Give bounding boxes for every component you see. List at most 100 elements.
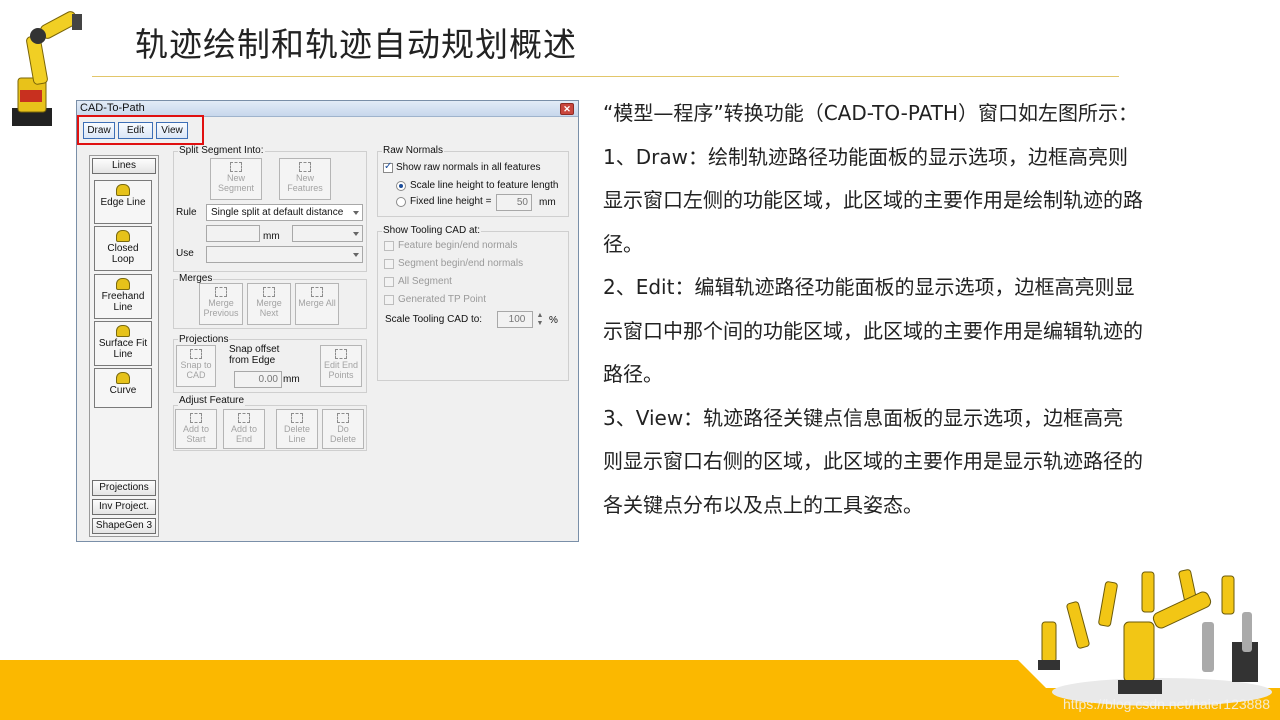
view-button[interactable]: View <box>156 122 188 139</box>
snap-offset-unit: mm <box>283 374 300 385</box>
show-raw-normals-label: Show raw normals in all features <box>396 162 541 173</box>
new-segment-icon <box>230 162 242 172</box>
merge-next-label: Merge Next <box>256 298 282 318</box>
generated-tp-point-label: Generated TP Point <box>398 294 487 305</box>
chevron-down-icon <box>353 211 359 215</box>
merge-all-icon <box>311 287 323 297</box>
merge-next-button[interactable]: Merge Next <box>247 283 291 325</box>
snap-offset-label: Snap offset from Edge <box>229 344 280 366</box>
show-tooling-group <box>377 231 569 381</box>
chevron-down-icon <box>353 253 359 257</box>
split-segment-label: Split Segment Into: <box>178 145 265 156</box>
curve-button[interactable]: Curve <box>94 368 152 408</box>
description-view: 3、View：轨迹路径关键点信息面板的显示选项，边框高亮则显示窗口右侧的区域，此… <box>603 405 1143 517</box>
edge-line-button[interactable]: Edge Line <box>94 180 152 224</box>
scale-tooling-label: Scale Tooling CAD to: <box>385 314 483 325</box>
scale-line-radio[interactable] <box>396 181 406 191</box>
description-edit: 2、Edit：编辑轨迹路径功能面板的显示选项，边框高亮则显示窗口中那个间的功能区… <box>603 275 1143 386</box>
merge-next-icon <box>263 287 275 297</box>
surface-fit-line-icon <box>116 325 130 337</box>
slide-title: 轨迹绘制和轨迹自动规划概述 <box>135 25 577 64</box>
show-raw-normals-checkbox[interactable] <box>383 161 393 173</box>
rule-dropdown[interactable]: Single split at default distance <box>206 204 363 221</box>
freehand-line-icon <box>116 278 130 290</box>
new-features-icon <box>299 162 311 172</box>
close-icon[interactable]: ✕ <box>560 103 574 115</box>
delete-line-button[interactable]: Delete Line <box>276 409 318 449</box>
snap-offset-field[interactable]: 0.00 <box>234 371 282 388</box>
segment-normals-label: Segment begin/end normals <box>398 258 524 269</box>
chevron-down-icon <box>353 232 359 236</box>
merge-previous-label: Merge Previous <box>203 298 239 318</box>
edit-button[interactable]: Edit <box>118 122 153 139</box>
split-unit-dropdown[interactable] <box>292 225 363 242</box>
scale-tooling-field[interactable]: 100 <box>497 311 533 328</box>
feature-normals-checkbox[interactable] <box>384 241 394 251</box>
projections-label: Projections <box>178 334 230 345</box>
curve-icon <box>116 372 130 384</box>
edit-end-points-icon <box>335 349 347 359</box>
fixed-line-unit: mm <box>539 197 556 208</box>
fixed-line-height-field[interactable]: 50 <box>496 194 532 211</box>
scale-tooling-unit: % <box>549 315 558 326</box>
draw-button[interactable]: Draw <box>83 122 115 139</box>
use-dropdown[interactable] <box>206 246 363 263</box>
description-draw: 1、Draw：绘制轨迹路径功能面板的显示选项，边框高亮则显示窗口左侧的功能区域，… <box>603 144 1143 256</box>
delete-line-label: Delete Line <box>283 424 310 444</box>
split-mm-unit: mm <box>263 231 280 242</box>
new-features-button[interactable]: New Features <box>279 158 331 200</box>
freehand-line-button[interactable]: Freehand Line <box>94 274 152 319</box>
rule-label: Rule <box>176 207 197 218</box>
fixed-line-radio[interactable] <box>396 197 406 207</box>
edit-end-points-button[interactable]: Edit End Points <box>320 345 362 387</box>
add-to-end-icon <box>238 413 250 423</box>
snap-to-cad-label: Snap to CAD <box>180 360 212 380</box>
merge-all-button[interactable]: Merge All <box>295 283 339 325</box>
raw-normals-label: Raw Normals <box>382 145 445 156</box>
use-label: Use <box>176 248 194 259</box>
segment-normals-checkbox[interactable] <box>384 259 394 269</box>
edge-line-label: Edge Line <box>100 197 146 208</box>
merge-previous-button[interactable]: Merge Previous <box>199 283 243 325</box>
watermark-url: https://blog.csdn.net/haier123888 <box>1062 696 1270 712</box>
merge-all-label: Merge All <box>298 298 336 308</box>
show-tooling-label: Show Tooling CAD at: <box>382 225 482 236</box>
snap-to-cad-button[interactable]: Snap to CAD <box>176 345 216 387</box>
surface-fit-line-label: Surface Fit Line <box>98 338 148 360</box>
add-to-start-button[interactable]: Add to Start <box>175 409 217 449</box>
closed-loop-label: Closed Loop <box>107 243 139 265</box>
delete-line-icon <box>291 413 303 423</box>
add-to-end-button[interactable]: Add to End <box>223 409 265 449</box>
scale-tooling-spinner[interactable]: ▲ ▼ <box>536 312 544 328</box>
description-text: “模型—程序”转换功能（CAD-TO-PATH）窗口如左图所示： 1、Draw：… <box>603 92 1143 527</box>
all-segment-checkbox[interactable] <box>384 277 394 287</box>
curve-label: Curve <box>109 385 137 396</box>
add-to-start-label: Add to Start <box>182 424 210 444</box>
do-delete-icon <box>337 413 349 423</box>
feature-normals-label: Feature begin/end normals <box>398 240 518 251</box>
description-intro: “模型—程序”转换功能（CAD-TO-PATH）窗口如左图所示： <box>603 101 1139 125</box>
tab-inv-project[interactable]: Inv Project. <box>92 499 156 515</box>
all-segment-label: All Segment <box>398 276 452 287</box>
add-to-end-label: Add to End <box>230 424 258 444</box>
title-divider <box>92 76 1119 77</box>
generated-tp-point-checkbox[interactable] <box>384 295 394 305</box>
window-title: CAD-To-Path <box>80 102 145 114</box>
new-features-label: New Features <box>287 173 323 193</box>
scale-line-label: Scale line height to feature length <box>410 180 559 191</box>
edge-line-icon <box>116 184 130 196</box>
adjust-feature-label: Adjust Feature <box>178 395 246 406</box>
do-delete-button[interactable]: Do Delete <box>322 409 364 449</box>
new-segment-button[interactable]: New Segment <box>210 158 262 200</box>
split-distance-field[interactable] <box>206 225 260 242</box>
edit-end-points-label: Edit End Points <box>323 360 359 380</box>
surface-fit-line-button[interactable]: Surface Fit Line <box>94 321 152 366</box>
tab-shapegen[interactable]: ShapeGen 3 <box>92 518 156 534</box>
rule-value: Single split at default distance <box>211 207 344 218</box>
closed-loop-button[interactable]: Closed Loop <box>94 226 152 271</box>
fixed-line-label: Fixed line height = <box>410 196 492 207</box>
cad-to-path-window: CAD-To-Path ✕ Draw Edit View Lines Edge … <box>76 100 579 542</box>
tab-projections[interactable]: Projections <box>92 480 156 496</box>
closed-loop-icon <box>116 230 130 242</box>
tab-lines[interactable]: Lines <box>92 158 156 174</box>
